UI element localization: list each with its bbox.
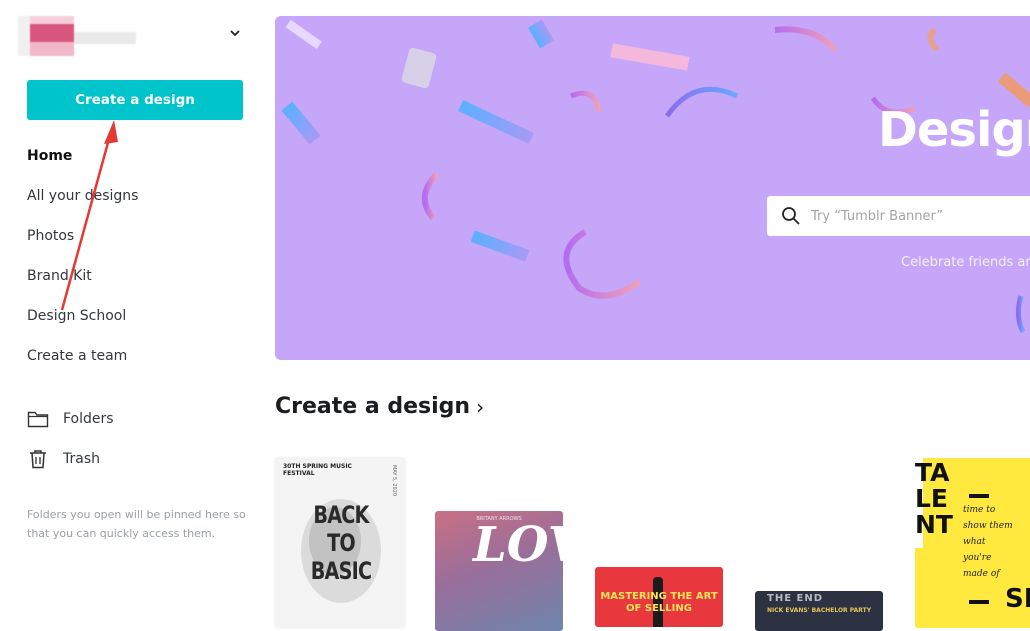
template-card-selling[interactable]: MASTERING THE ART OF SELLING xyxy=(595,567,723,627)
template-card-date: MAY 5, 2020 xyxy=(391,465,397,497)
template-card-header: THE END xyxy=(767,593,824,604)
sidebar-item-brand-kit[interactable]: Brand Kit xyxy=(27,256,138,296)
template-card-script: time to show them what you're made of xyxy=(963,505,1013,579)
folder-icon xyxy=(27,411,49,428)
sidebar-item-label: Trash xyxy=(63,451,100,467)
account-switcher[interactable] xyxy=(18,14,246,60)
template-card-title: LOVE xyxy=(473,517,563,573)
hero-title: Design xyxy=(878,102,1030,158)
confetti-decoration xyxy=(281,19,1030,334)
sidebar-item-create-a-team[interactable]: Create a team xyxy=(27,336,138,376)
sidebar-item-photos[interactable]: Photos xyxy=(27,216,138,256)
sidebar-item-home[interactable]: Home xyxy=(27,136,138,176)
hero-banner: Design Celebrate friends ar xyxy=(275,16,1030,360)
pinned-folders-hint: Folders you open will be pinned here so … xyxy=(27,508,246,540)
chevron-down-icon[interactable] xyxy=(228,26,242,40)
template-card-bachelor[interactable]: THE END NICK EVANS' BACHELOR PARTY xyxy=(755,591,883,631)
hero-search-input[interactable] xyxy=(809,207,1030,225)
template-card-tail: SI xyxy=(1005,584,1030,614)
create-a-design-button[interactable]: Create a design xyxy=(27,80,243,120)
hero-subtitle: Celebrate friends ar xyxy=(901,255,1030,270)
sidebar-item-trash[interactable]: Trash xyxy=(27,439,227,479)
hero-search-box[interactable] xyxy=(767,196,1030,236)
sidebar-item-design-school[interactable]: Design School xyxy=(27,296,138,336)
section-title: Create a design xyxy=(275,394,471,419)
chevron-right-icon: › xyxy=(476,394,485,419)
template-card-title: MASTERING THE ART OF SELLING xyxy=(600,591,718,614)
template-card-talent[interactable]: TA LE NT time to show them what you're m… xyxy=(915,458,1030,628)
template-card-title: NICK EVANS' BACHELOR PARTY xyxy=(766,607,872,614)
template-card-title: BACK TO BASIC xyxy=(310,501,372,585)
template-card-title: TA LE NT xyxy=(915,458,953,539)
sidebar-item-all-your-designs[interactable]: All your designs xyxy=(27,176,138,216)
trash-icon xyxy=(30,450,46,469)
sidebar-item-label: Folders xyxy=(63,411,114,427)
sidebar-item-folders[interactable]: Folders xyxy=(27,399,227,439)
create-a-design-section-link[interactable]: Create a design › xyxy=(275,394,484,419)
card-dash xyxy=(969,600,989,604)
sidebar: Create a design Home All your designs Ph… xyxy=(0,0,260,621)
template-card-poster[interactable]: 30TH SPRING MUSIC FESTIVAL BACK TO BASIC… xyxy=(275,457,405,627)
avatar xyxy=(18,16,136,56)
search-icon xyxy=(782,207,800,225)
card-dash xyxy=(969,494,989,498)
sidebar-nav: Home All your designs Photos Brand Kit D… xyxy=(27,136,138,376)
template-card-love[interactable]: BRITANY ARROWS LOVE xyxy=(435,511,563,631)
